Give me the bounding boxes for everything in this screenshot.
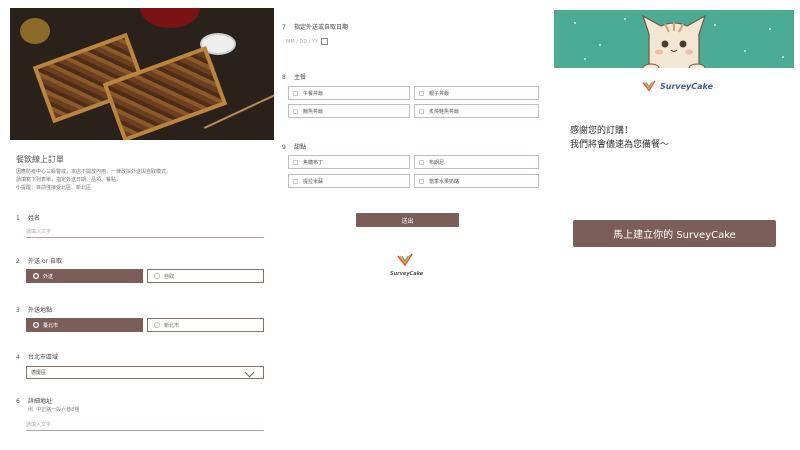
checkbox-icon — [293, 90, 298, 96]
option-dessert-3[interactable]: 提拉米蘇 — [288, 174, 410, 188]
create-surveycake-button[interactable]: 馬上建立你的 SurveyCake — [573, 220, 776, 247]
checkbox-icon — [419, 90, 424, 96]
radio-icon — [154, 273, 160, 279]
option-main-4[interactable]: 炙燒鮭魚丼飯 — [414, 104, 539, 118]
question-dessert: 9 甜點 — [282, 142, 306, 151]
checkbox-icon — [293, 159, 298, 165]
form-title: 餐飲線上訂單 — [16, 155, 64, 164]
question-number: 9 — [282, 144, 286, 151]
surveycake-logo-icon — [642, 80, 656, 92]
question-label: 詳細地址 — [28, 398, 53, 405]
option-dessert-2[interactable]: 布朗尼 — [414, 155, 539, 169]
thank-you-page: SurveyCake 感謝您的訂購！ 我們將會儘速為您備餐～ 馬上建立你的 Su… — [554, 10, 794, 450]
option-pickup[interactable]: 自取 — [147, 269, 264, 283]
option-label: 午餐丼飯 — [303, 90, 324, 97]
submit-button[interactable]: 送出 — [356, 213, 459, 227]
option-dessert-4[interactable]: 當季水果奶酪 — [414, 174, 539, 188]
select-value: 德慶區 — [31, 370, 47, 376]
thank-you-message: 感謝您的訂購！ 我們將會儘速為您備餐～ — [570, 126, 670, 150]
question-number: 4 — [16, 354, 20, 361]
option-dessert-1[interactable]: 焦糖布丁 — [288, 155, 410, 169]
checkbox-icon — [293, 178, 298, 184]
option-label: 自取 — [164, 273, 175, 280]
option-label: 炙燒鮭魚丼飯 — [429, 108, 460, 115]
question-number: 3 — [16, 307, 20, 314]
option-main-3[interactable]: 鰻魚丼飯 — [288, 104, 410, 118]
question-label: 外送 or 自取 — [28, 258, 62, 265]
question-label: 甜點 — [294, 144, 307, 151]
question-number: 6 — [16, 398, 20, 405]
option-label: 臺北市 — [43, 322, 59, 329]
option-label: 焦糖布丁 — [303, 159, 324, 166]
surveycake-brand: SurveyCake — [642, 80, 713, 92]
date-input[interactable]: MM / DD / YY — [286, 38, 329, 45]
question-name: 1 姓名 — [16, 213, 40, 222]
checkbox-icon — [293, 108, 298, 114]
form-description: 因應防疫中心三級警戒，本店不開放內用，一律改採外送與自取模式。 請填寫下列表單，… — [16, 169, 172, 191]
option-taipei[interactable]: 臺北市 — [26, 318, 143, 332]
question-label: 主餐 — [294, 74, 307, 81]
surveycake-wordmark: SurveyCake — [660, 81, 713, 91]
question-number: 8 — [282, 74, 286, 81]
option-label: 鰻魚丼飯 — [303, 108, 324, 115]
address-input[interactable]: 請填入文字 — [26, 421, 264, 431]
option-main-1[interactable]: 午餐丼飯 — [288, 86, 410, 100]
question-label: 台北市區域 — [28, 354, 59, 361]
surveycake-footer-logo: SurveyCake — [390, 252, 424, 277]
question-delivery-method: 2 外送 or 自取 — [16, 256, 62, 265]
question-number: 7 — [282, 24, 286, 31]
radio-icon — [33, 322, 39, 328]
question-number: 2 — [16, 258, 20, 265]
chevron-down-icon — [244, 367, 255, 378]
question-number: 1 — [16, 215, 20, 222]
surveycake-wordmark: SurveyCake — [390, 271, 424, 277]
question-label: 外送地點 — [28, 307, 53, 314]
cat-mascot-icon — [641, 14, 707, 68]
checkbox-icon — [419, 108, 424, 114]
address-hint: 例. 中正路一段六巷8樓 — [28, 407, 80, 413]
option-label: 提拉米蘇 — [303, 178, 324, 185]
order-form-left: 餐飲線上訂單 因應防疫中心三級警戒，本店不開放內用，一律改採外送與自取模式。 請… — [10, 8, 274, 444]
district-select[interactable]: 德慶區 — [26, 366, 264, 379]
cat-banner — [554, 10, 794, 68]
checkbox-icon — [419, 178, 424, 184]
question-label: 指定外送或自取日期 — [294, 24, 349, 31]
surveycake-logo-icon — [397, 253, 413, 267]
question-district: 4 台北市區域 — [16, 352, 58, 361]
question-label: 姓名 — [28, 215, 41, 222]
radio-icon — [154, 322, 160, 328]
option-label: 當季水果奶酪 — [429, 178, 460, 185]
order-form-right: 7 指定外送或自取日期 MM / DD / YY 8 主餐 午餐丼飯 親子丼飯 鰻魚… — [276, 8, 540, 444]
question-date: 7 指定外送或自取日期 — [282, 22, 348, 31]
radio-icon — [33, 273, 39, 279]
calendar-icon — [321, 38, 329, 45]
question-main-dish: 8 主餐 — [282, 72, 306, 81]
option-label: 布朗尼 — [429, 159, 445, 166]
option-main-2[interactable]: 親子丼飯 — [414, 86, 539, 100]
checkbox-icon — [419, 159, 424, 165]
option-label: 外送 — [43, 273, 54, 280]
date-placeholder: MM / DD / YY — [286, 38, 319, 45]
question-delivery-location: 3 外送地點 — [16, 305, 52, 314]
name-input[interactable]: 請填入文字 — [26, 228, 264, 238]
option-label: 新北市 — [164, 322, 180, 329]
question-address: 6 詳細地址 — [16, 396, 52, 405]
option-delivery[interactable]: 外送 — [26, 269, 143, 283]
option-new-taipei[interactable]: 新北市 — [147, 318, 264, 332]
bento-photo — [10, 8, 274, 140]
option-label: 親子丼飯 — [429, 90, 450, 97]
